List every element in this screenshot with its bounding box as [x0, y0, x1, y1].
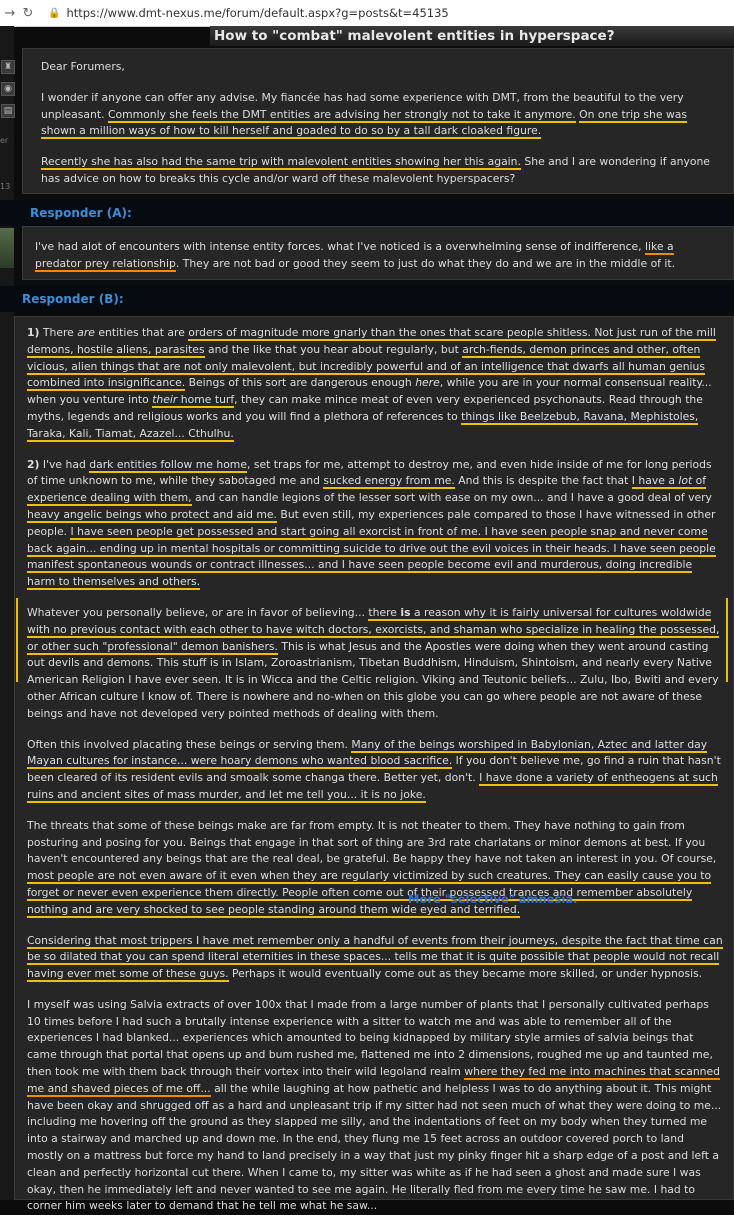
paragraph-3: Whatever you personally believe, or are …: [27, 605, 723, 723]
text: There: [39, 326, 78, 339]
highlight: I have seen people get possessed and sta…: [27, 524, 716, 591]
highlight: home turf: [177, 393, 235, 409]
paragraph-6: Considering that most trippers I have me…: [27, 933, 723, 983]
text: entities that are: [94, 326, 189, 339]
paragraph-1: 1) There are entities that are orders of…: [27, 325, 723, 443]
responder-b-post: 1) There are entities that are orders of…: [14, 316, 734, 1212]
text: and can handle legions of the lesser sor…: [191, 491, 712, 505]
sidebar-label: er: [0, 136, 9, 145]
item-number: 1): [27, 326, 40, 339]
annotation-note: More "selective" amnesia.: [408, 892, 578, 906]
forward-arrow-icon[interactable]: →: [2, 6, 18, 21]
responder-a-post: I've had alot of encounters with intense…: [22, 226, 734, 280]
highlight: their: [152, 393, 178, 409]
thread-title: How to "combat" malevolent entities in h…: [210, 26, 734, 46]
paragraph-5: The threats that some of these beings ma…: [27, 818, 723, 919]
reload-icon[interactable]: ↻: [20, 6, 36, 21]
highlight: most people are not even aware of it eve…: [27, 869, 712, 918]
text: Beings of this sort are dangerous enough: [185, 376, 416, 390]
text: Often this involved placating these bein…: [27, 737, 352, 751]
text: Perhaps it would eventually come out as …: [228, 967, 703, 981]
paragraph-7: I myself was using Salvia extracts of ov…: [27, 997, 723, 1215]
responder-b-label: Responder (B):: [22, 292, 124, 306]
highlight: Commonly she feels the DMT entities are …: [107, 107, 576, 123]
item-number: 2): [27, 457, 40, 471]
margin-marker: [16, 598, 18, 682]
sidebar-count: 13: [0, 182, 11, 191]
highlight: heavy angelic beings who protect and aid…: [27, 507, 277, 523]
rank-icon: ♜: [1, 60, 15, 74]
lock-icon[interactable]: 🔒: [48, 8, 60, 19]
text: all the while laughing at how pathetic a…: [27, 1081, 722, 1213]
text: are: [77, 326, 95, 339]
highlight: dark entities follow me home: [89, 457, 247, 473]
text: Whatever you personally believe, or are …: [27, 605, 369, 619]
responder-a-label: Responder (A):: [30, 206, 132, 220]
paragraph-4: Often this involved placating these bein…: [27, 737, 723, 804]
highlight: lot: [678, 474, 693, 490]
highlight: sucked energy from me.: [323, 474, 455, 490]
paragraph-2: 2) I've had dark entities follow me home…: [27, 457, 723, 591]
text: I've had alot of encounters with intense…: [35, 240, 646, 253]
text: and the like that you hear about regular…: [204, 342, 463, 356]
highlight: I have a: [631, 474, 679, 490]
highlight: is: [400, 605, 411, 621]
text: The threats that some of these beings ma…: [27, 818, 717, 866]
address-bar[interactable]: https://www.dmt-nexus.me/forum/default.a…: [66, 6, 448, 20]
text: And this is despite the fact that: [454, 474, 632, 488]
badge-icon: ◉: [1, 82, 15, 96]
original-post: Dear Forumers, I wonder if anyone can of…: [22, 48, 734, 194]
margin-marker: [726, 598, 728, 682]
responder-a-text: I've had alot of encounters with intense…: [35, 239, 721, 273]
text: here: [415, 376, 440, 390]
avatar: [0, 228, 14, 268]
text: I've had: [39, 457, 90, 471]
text: . They are not bad or good they seem to …: [175, 256, 676, 270]
browser-toolbar: → ↻ 🔒 https://www.dmt-nexus.me/forum/def…: [0, 0, 734, 27]
op-paragraph: I wonder if anyone can offer any advise.…: [41, 90, 721, 140]
highlight: Recently she has also had the same trip …: [41, 155, 521, 171]
highlight: there: [368, 605, 401, 621]
op-paragraph: Recently she has also had the same trip …: [41, 154, 721, 188]
book-icon: ▤: [1, 104, 15, 118]
op-greeting: Dear Forumers,: [41, 60, 125, 73]
